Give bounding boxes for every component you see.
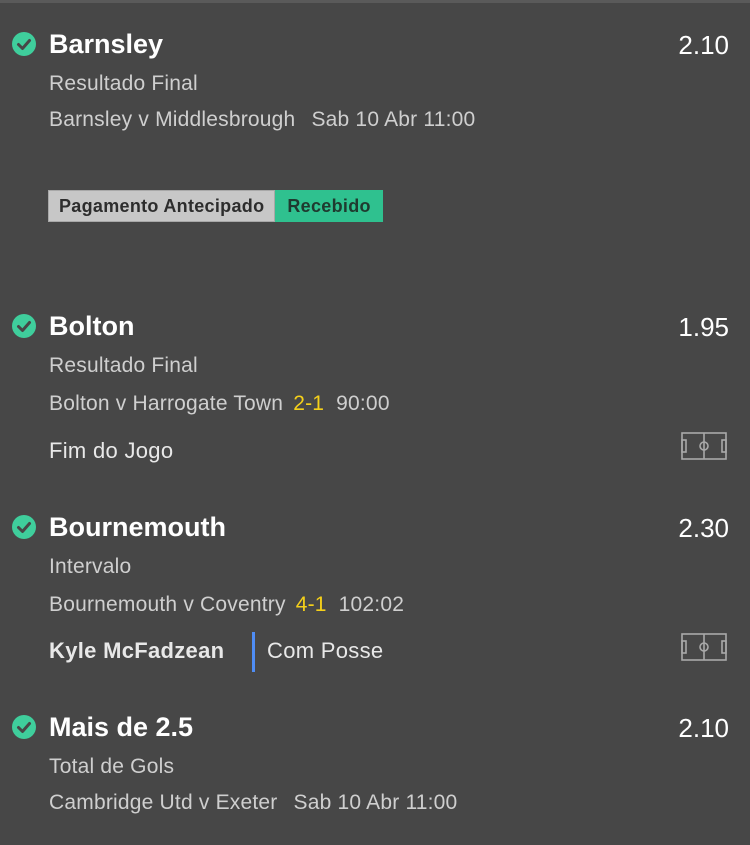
received-label: Recebido	[275, 190, 383, 222]
check-circle-icon	[12, 32, 36, 56]
market-name: Total de Gols	[49, 755, 175, 778]
possession-indicator-bar	[252, 632, 255, 672]
event-line: Barnsley v Middlesbrough Sab 10 Abr 11:00	[49, 108, 475, 132]
player-name: Kyle McFadzean	[49, 638, 225, 663]
event-line: Bolton v Harrogate Town 2-1 90:00	[49, 392, 390, 416]
selection-name: Bournemouth	[49, 512, 226, 542]
pitch-icon[interactable]	[681, 432, 727, 460]
market-name: Intervalo	[49, 555, 132, 578]
bet-item-barnsley[interactable]: Barnsley 2.10 Resultado Final Barnsley v…	[0, 0, 750, 260]
possession-status: Com Posse	[267, 638, 384, 663]
pitch-icon[interactable]	[681, 633, 727, 661]
event-date: Sab 10 Abr 11:00	[293, 791, 458, 814]
live-score: 2-1	[293, 392, 325, 415]
odds-value: 2.30	[678, 513, 729, 543]
check-circle-icon	[12, 515, 36, 539]
bet-item-over-2-5[interactable]: Mais de 2.5 2.10 Total de Gols Cambridge…	[0, 690, 750, 845]
match-time: 102:02	[338, 593, 405, 616]
event-line: Bournemouth v Coventry 4-1 102:02	[49, 593, 404, 617]
odds-value: 2.10	[678, 713, 729, 743]
match-time: 90:00	[336, 392, 390, 415]
match-status: Fim do Jogo	[49, 438, 174, 463]
odds-value: 2.10	[678, 30, 729, 60]
event-name: Bournemouth v Coventry	[49, 593, 286, 616]
event-name: Bolton v Harrogate Town	[49, 392, 284, 415]
selection-name: Mais de 2.5	[49, 712, 194, 742]
event-line: Cambridge Utd v Exeter Sab 10 Abr 11:00	[49, 791, 457, 815]
early-payout-badge: Pagamento Antecipado Recebido	[48, 190, 383, 222]
market-name: Resultado Final	[49, 72, 198, 95]
bet-item-bournemouth[interactable]: Bournemouth 2.30 Intervalo Bournemouth v…	[0, 490, 750, 690]
early-payout-label: Pagamento Antecipado	[48, 190, 276, 222]
event-name: Cambridge Utd v Exeter	[49, 791, 278, 814]
bet-item-bolton[interactable]: Bolton 1.95 Resultado Final Bolton v Har…	[0, 290, 750, 490]
live-score: 4-1	[295, 593, 327, 616]
event-date: Sab 10 Abr 11:00	[311, 108, 476, 131]
selection-name: Bolton	[49, 311, 135, 341]
selection-name: Barnsley	[49, 29, 164, 59]
check-circle-icon	[12, 314, 36, 338]
event-name: Barnsley v Middlesbrough	[49, 108, 296, 131]
odds-value: 1.95	[678, 312, 729, 342]
market-name: Resultado Final	[49, 354, 198, 377]
check-circle-icon	[12, 715, 36, 739]
